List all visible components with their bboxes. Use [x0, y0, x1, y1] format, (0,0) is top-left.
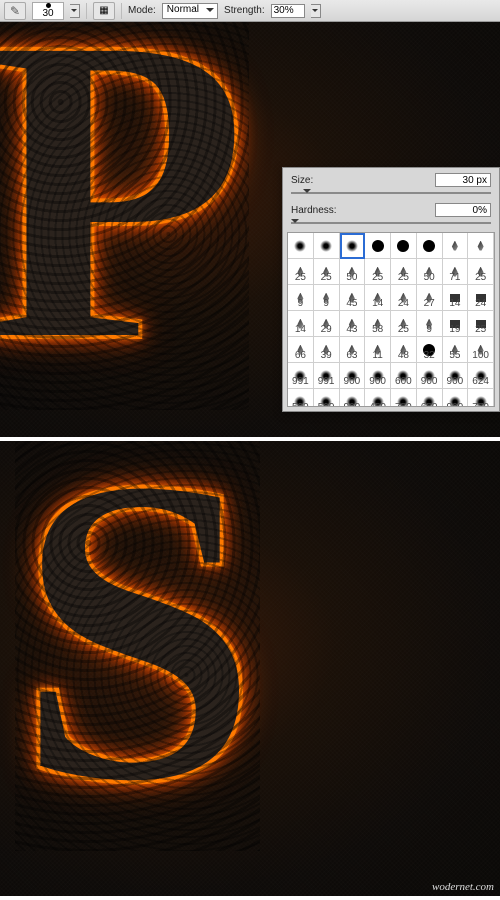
brush-preset-cell[interactable]: 25: [365, 259, 391, 285]
brush-hardness-input[interactable]: [435, 203, 491, 217]
brush-preset-cell[interactable]: 48: [391, 337, 417, 363]
brush-preset-cell[interactable]: 32: [417, 337, 443, 363]
brush-preset-cell[interactable]: 100: [468, 337, 494, 363]
brush-preset-cell[interactable]: 14: [443, 285, 469, 311]
brush-preset-cell[interactable]: 25: [468, 259, 494, 285]
brush-preset-cell[interactable]: 900: [443, 389, 469, 407]
canvas-bottom[interactable]: S: [0, 441, 500, 896]
brush-preset-cell[interactable]: 39: [314, 337, 340, 363]
brush-preset-cell[interactable]: 900: [340, 389, 366, 407]
brush-preset-cell[interactable]: 14: [365, 285, 391, 311]
strength-input[interactable]: [271, 4, 305, 18]
brush-preset-cell[interactable]: 9: [288, 285, 314, 311]
brush-preset-cell[interactable]: 43: [340, 311, 366, 337]
hardness-label: Hardness:: [291, 205, 337, 216]
brush-preset-cell[interactable]: 9: [314, 285, 340, 311]
mode-label: Mode:: [128, 5, 156, 16]
brush-preset-cell[interactable]: 770: [468, 389, 494, 407]
brush-preset-cell[interactable]: 50: [417, 259, 443, 285]
brush-preset-cell[interactable]: 66: [288, 337, 314, 363]
brush-preset-cell[interactable]: 71: [443, 259, 469, 285]
brush-preset-cell[interactable]: 900: [340, 363, 366, 389]
brush-preset-cell[interactable]: 58: [365, 311, 391, 337]
brush-hardness-slider[interactable]: [291, 220, 491, 226]
brush-preset-cell[interactable]: 9: [417, 311, 443, 337]
brush-preset-cell[interactable]: 750: [391, 389, 417, 407]
brush-preset-cell[interactable]: [468, 233, 494, 259]
brush-preset-cell[interactable]: 25: [288, 259, 314, 285]
brush-preset-cell[interactable]: 24: [468, 285, 494, 311]
brush-preset-cell[interactable]: 450: [365, 389, 391, 407]
brush-size-slider[interactable]: [291, 190, 491, 196]
smudge-tool-icon[interactable]: ✎: [4, 2, 26, 20]
brush-preset-cell[interactable]: 650: [417, 389, 443, 407]
brush-preset-cell[interactable]: 25: [468, 311, 494, 337]
brush-preset-cell[interactable]: 14: [288, 311, 314, 337]
brush-preset-cell[interactable]: 599: [288, 389, 314, 407]
brush-preset-picker[interactable]: 30: [32, 2, 64, 20]
brush-preset-cell[interactable]: 45: [340, 285, 366, 311]
watermark: wodernet.com: [432, 881, 494, 893]
blend-mode-select[interactable]: Normal: [162, 3, 218, 19]
brush-preset-cell[interactable]: 599: [314, 389, 340, 407]
strength-dropdown[interactable]: [311, 4, 321, 18]
strength-label: Strength:: [224, 5, 265, 16]
brush-preset-cell[interactable]: 24: [391, 285, 417, 311]
brush-preset-cell[interactable]: 55: [443, 337, 469, 363]
brush-size-input[interactable]: [435, 173, 491, 187]
toggle-brush-panel-icon[interactable]: ▦: [93, 2, 115, 20]
brush-preset-cell[interactable]: 25: [391, 311, 417, 337]
brush-preset-cell[interactable]: 624: [468, 363, 494, 389]
brush-preset-cell[interactable]: [288, 233, 314, 259]
brush-preset-cell[interactable]: 25: [391, 259, 417, 285]
brush-preset-cell[interactable]: 29: [314, 311, 340, 337]
brush-preset-cell[interactable]: 900: [365, 363, 391, 389]
brush-preset-cell[interactable]: 63: [340, 337, 366, 363]
options-bar: ✎ 30 ▦ Mode: Normal Strength:: [0, 0, 500, 22]
brush-preset-cell[interactable]: [443, 233, 469, 259]
brush-preset-grid: 2525502525507125994514242714241429435825…: [287, 232, 495, 407]
brush-preset-cell[interactable]: 900: [417, 363, 443, 389]
brush-preset-cell[interactable]: 991: [314, 363, 340, 389]
brush-preset-dropdown[interactable]: [70, 4, 80, 18]
brush-preset-cell[interactable]: [340, 233, 366, 259]
brush-preset-cell[interactable]: 11: [365, 337, 391, 363]
brush-preset-cell[interactable]: 900: [443, 363, 469, 389]
brush-preset-cell[interactable]: 991: [288, 363, 314, 389]
brush-preset-cell[interactable]: 600: [391, 363, 417, 389]
brush-preset-cell[interactable]: [417, 233, 443, 259]
brush-preset-cell[interactable]: [365, 233, 391, 259]
brush-preset-cell[interactable]: 27: [417, 285, 443, 311]
size-label: Size:: [291, 175, 337, 186]
brush-preset-cell[interactable]: 25: [314, 259, 340, 285]
brush-preset-cell[interactable]: [391, 233, 417, 259]
brush-preset-cell[interactable]: 19: [443, 311, 469, 337]
brush-size-indicator: 30: [42, 9, 53, 19]
brush-preset-cell[interactable]: [314, 233, 340, 259]
brush-picker-panel: Size: Hardness: 252550252550712599451424…: [282, 167, 500, 412]
brush-preset-cell[interactable]: 50: [340, 259, 366, 285]
